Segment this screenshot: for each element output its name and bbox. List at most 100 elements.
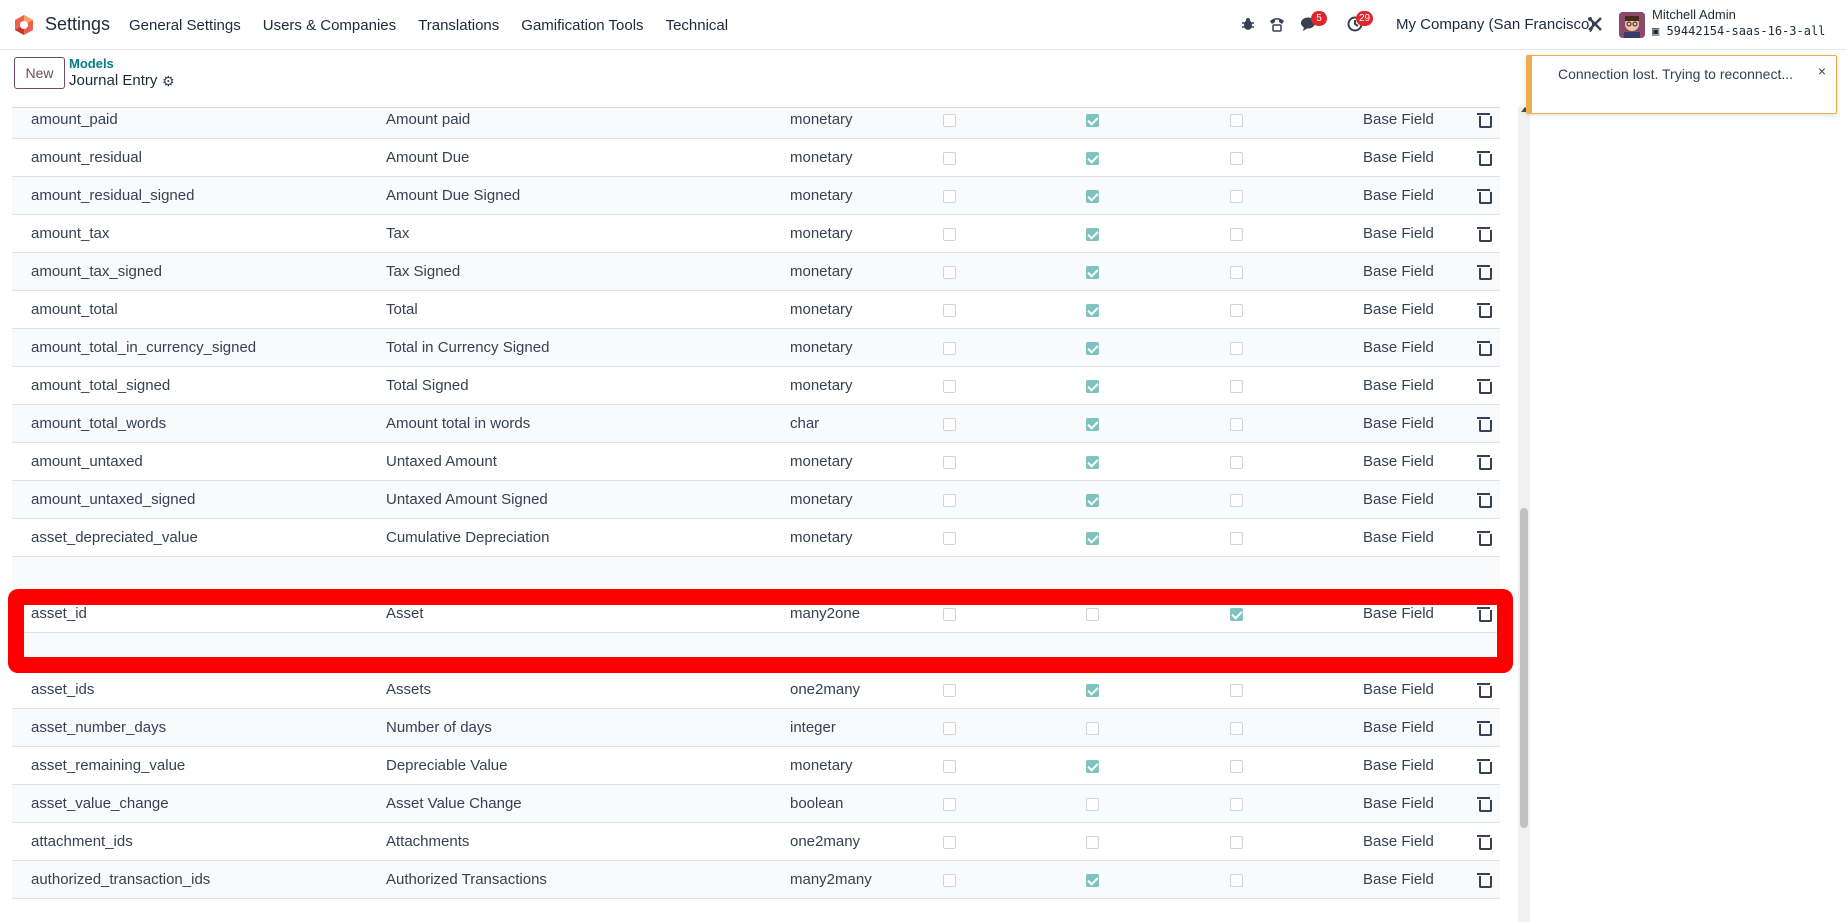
table-row[interactable]: amount_residual Amount Due monetary Base Fi… [12, 139, 1500, 177]
row-checkbox-c1[interactable] [943, 874, 956, 887]
company-switcher[interactable]: My Company (San Francisco) [1396, 16, 1594, 33]
table-row[interactable]: amount_untaxed_signed Untaxed Amount Sign… [12, 481, 1500, 519]
table-row[interactable]: amount_total_signed Total Signed monetary B… [12, 367, 1500, 405]
trash-icon[interactable] [1477, 721, 1492, 736]
bug-icon[interactable] [1238, 14, 1258, 34]
row-checkbox-c2[interactable] [1086, 798, 1099, 811]
row-checkbox-c3[interactable] [1230, 874, 1243, 887]
breadcrumb-models[interactable]: Models [69, 56, 114, 71]
table-row[interactable]: amount_tax Tax monetary Base Field [12, 215, 1500, 253]
row-checkbox-c2[interactable] [1086, 190, 1099, 203]
row-checkbox-c3[interactable] [1230, 456, 1243, 469]
trash-icon[interactable] [1477, 455, 1492, 470]
row-checkbox-c1[interactable] [943, 722, 956, 735]
row-checkbox-c1[interactable] [943, 342, 956, 355]
row-checkbox-c3[interactable] [1230, 342, 1243, 355]
row-checkbox-c1[interactable] [943, 190, 956, 203]
menu-users-companies[interactable]: Users & Companies [263, 17, 396, 34]
row-checkbox-c1[interactable] [943, 228, 956, 241]
table-row[interactable]: amount_tax_signed Tax Signed monetary Base … [12, 253, 1500, 291]
trash-icon[interactable] [1477, 873, 1492, 888]
table-row[interactable]: amount_total Total monetary Base Field [12, 291, 1500, 329]
row-checkbox-c2[interactable] [1086, 114, 1099, 127]
table-row[interactable]: authorized_transaction_ids Authorized Tra… [12, 861, 1500, 899]
row-checkbox-c1[interactable] [943, 836, 956, 849]
trash-icon[interactable] [1477, 493, 1492, 508]
row-checkbox-c2[interactable] [1086, 532, 1099, 545]
user-name[interactable]: Mitchell Admin [1652, 7, 1736, 22]
table-row[interactable]: amount_paid Amount paid monetary Base Field [12, 108, 1500, 139]
user-avatar[interactable] [1619, 12, 1645, 38]
row-checkbox-c1[interactable] [943, 114, 956, 127]
menu-gamification-tools[interactable]: Gamification Tools [521, 17, 643, 34]
row-checkbox-c2[interactable] [1086, 836, 1099, 849]
table-row[interactable]: amount_total_words Amount total in words c… [12, 405, 1500, 443]
row-checkbox-c1[interactable] [943, 418, 956, 431]
row-checkbox-c1[interactable] [943, 532, 956, 545]
trash-icon[interactable] [1477, 113, 1492, 128]
row-checkbox-c1[interactable] [943, 456, 956, 469]
table-row[interactable]: asset_value_change Asset Value Change bool… [12, 785, 1500, 823]
trash-icon[interactable] [1477, 835, 1492, 850]
row-checkbox-c3[interactable] [1230, 684, 1243, 697]
row-checkbox-c1[interactable] [943, 608, 956, 621]
table-row[interactable]: asset_id Asset many2one Base Field [12, 595, 1500, 633]
row-checkbox-c3[interactable] [1230, 266, 1243, 279]
trash-icon[interactable] [1477, 265, 1492, 280]
table-row[interactable] [12, 633, 1500, 671]
row-checkbox-c3[interactable] [1230, 228, 1243, 241]
settings-app-logo[interactable] [13, 14, 35, 36]
trash-icon[interactable] [1477, 227, 1492, 242]
row-checkbox-c1[interactable] [943, 494, 956, 507]
row-checkbox-c1[interactable] [943, 760, 956, 773]
row-checkbox-c3[interactable] [1230, 836, 1243, 849]
table-row[interactable]: amount_total_in_currency_signed Total in … [12, 329, 1500, 367]
row-checkbox-c3[interactable] [1230, 114, 1243, 127]
row-checkbox-c2[interactable] [1086, 342, 1099, 355]
menu-technical[interactable]: Technical [666, 17, 729, 34]
row-checkbox-c2[interactable] [1086, 722, 1099, 735]
row-checkbox-c2[interactable] [1086, 228, 1099, 241]
trash-icon[interactable] [1477, 379, 1492, 394]
row-checkbox-c2[interactable] [1086, 152, 1099, 165]
row-checkbox-c2[interactable] [1086, 494, 1099, 507]
app-name[interactable]: Settings [45, 14, 110, 35]
row-checkbox-c3[interactable] [1230, 532, 1243, 545]
activity-icon[interactable]: 29 [1345, 11, 1374, 34]
scrollbar-thumb[interactable] [1520, 508, 1528, 828]
row-checkbox-c1[interactable] [943, 266, 956, 279]
new-button[interactable]: New [14, 57, 65, 89]
row-checkbox-c3[interactable] [1230, 494, 1243, 507]
close-icon[interactable]: × [1818, 63, 1826, 79]
table-row[interactable]: asset_number_days Number of days integer Ba… [12, 709, 1500, 747]
row-checkbox-c3[interactable] [1230, 760, 1243, 773]
row-checkbox-c2[interactable] [1086, 380, 1099, 393]
table-row[interactable]: amount_untaxed Untaxed Amount monetary Base… [12, 443, 1500, 481]
row-checkbox-c1[interactable] [943, 304, 956, 317]
gear-icon[interactable]: ⚙ [162, 73, 175, 90]
tools-icon[interactable] [1585, 14, 1605, 34]
row-checkbox-c3[interactable] [1230, 152, 1243, 165]
menu-general-settings[interactable]: General Settings [129, 17, 241, 34]
trash-icon[interactable] [1477, 683, 1492, 698]
table-row[interactable] [12, 557, 1500, 595]
row-checkbox-c2[interactable] [1086, 608, 1099, 621]
row-checkbox-c3[interactable] [1230, 418, 1243, 431]
row-checkbox-c3[interactable] [1230, 798, 1243, 811]
row-checkbox-c3[interactable] [1230, 304, 1243, 317]
row-checkbox-c2[interactable] [1086, 874, 1099, 887]
trash-icon[interactable] [1477, 797, 1492, 812]
trash-icon[interactable] [1477, 417, 1492, 432]
row-checkbox-c1[interactable] [943, 684, 956, 697]
row-checkbox-c2[interactable] [1086, 456, 1099, 469]
row-checkbox-c2[interactable] [1086, 266, 1099, 279]
menu-translations[interactable]: Translations [418, 17, 499, 34]
trash-icon[interactable] [1477, 607, 1492, 622]
trash-icon[interactable] [1477, 151, 1492, 166]
table-row[interactable]: amount_residual_signed Amount Due Signed m… [12, 177, 1500, 215]
row-checkbox-c2[interactable] [1086, 760, 1099, 773]
row-checkbox-c1[interactable] [943, 152, 956, 165]
row-checkbox-c1[interactable] [943, 798, 956, 811]
row-checkbox-c2[interactable] [1086, 304, 1099, 317]
trash-icon[interactable] [1477, 341, 1492, 356]
